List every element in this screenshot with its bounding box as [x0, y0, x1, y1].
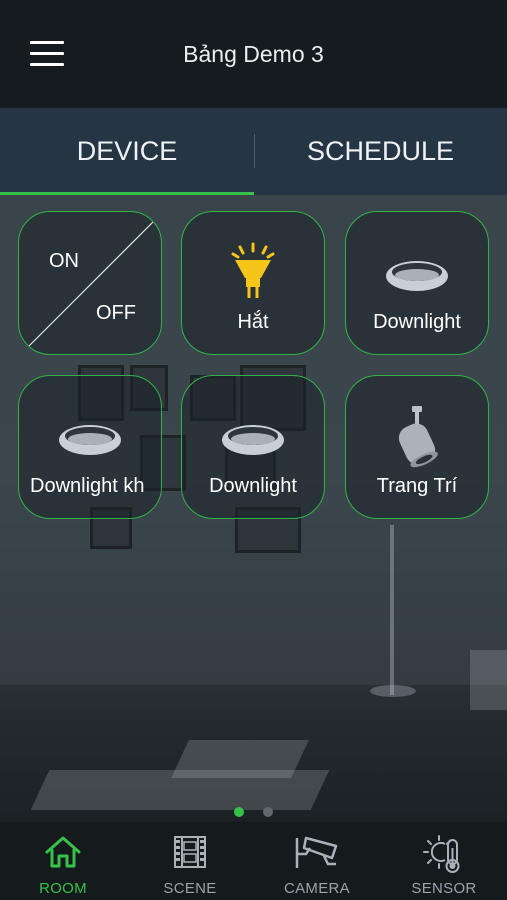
downlight-icon — [385, 258, 449, 299]
tab-device[interactable]: DEVICE — [0, 108, 254, 195]
device-tile-downlight-2[interactable]: Downlight — [181, 375, 325, 519]
off-label: OFF — [96, 302, 136, 324]
app-header: Bảng Demo 3 — [0, 0, 507, 108]
nav-label: CAMERA — [284, 880, 350, 897]
device-tile-downlight[interactable]: Downlight — [345, 211, 489, 355]
device-tile-downlight-kh[interactable]: Downlight kh — [18, 375, 162, 519]
diagonal-divider — [28, 221, 154, 347]
spotlight-lamp-icon — [231, 242, 275, 309]
track-light-icon — [390, 404, 444, 473]
device-label: Downlight — [373, 311, 461, 333]
sun-thermometer-icon — [423, 835, 460, 873]
device-tile-trang-tri[interactable]: Trang Trí — [345, 375, 489, 519]
nav-sensor[interactable]: SENSOR — [381, 822, 507, 900]
nav-scene[interactable]: SCENE — [127, 822, 253, 900]
active-tab-indicator — [0, 192, 254, 195]
tab-bar: DEVICE SCHEDULE — [0, 108, 507, 195]
nav-room[interactable]: ROOM — [0, 822, 126, 900]
film-icon — [174, 836, 206, 868]
device-label: Hắt — [237, 311, 269, 333]
nav-camera[interactable]: CAMERA — [254, 822, 380, 900]
home-icon — [45, 836, 81, 868]
downlight-icon — [58, 422, 122, 463]
nav-label: SENSOR — [411, 880, 477, 897]
page-title: Bảng Demo 3 — [183, 41, 324, 67]
downlight-icon — [221, 422, 285, 463]
cctv-camera-icon — [295, 836, 338, 868]
page-dot[interactable] — [262, 807, 273, 817]
on-label: ON — [49, 250, 79, 272]
tab-schedule[interactable]: SCHEDULE — [254, 108, 507, 195]
all-on-off-toggle[interactable]: ON OFF — [18, 211, 162, 355]
device-tile-hat[interactable]: Hắt — [181, 211, 325, 355]
page-dot-active[interactable] — [234, 807, 245, 817]
page-indicator — [0, 804, 507, 822]
bottom-navigation: ROOM SCENE CAMERA SENSOR — [0, 822, 507, 900]
device-label: Trang Trí — [376, 475, 458, 497]
device-label: Downlight kh — [30, 475, 145, 497]
nav-label: ROOM — [39, 880, 87, 897]
device-label: Downlight — [209, 475, 297, 497]
nav-label: SCENE — [163, 880, 217, 897]
